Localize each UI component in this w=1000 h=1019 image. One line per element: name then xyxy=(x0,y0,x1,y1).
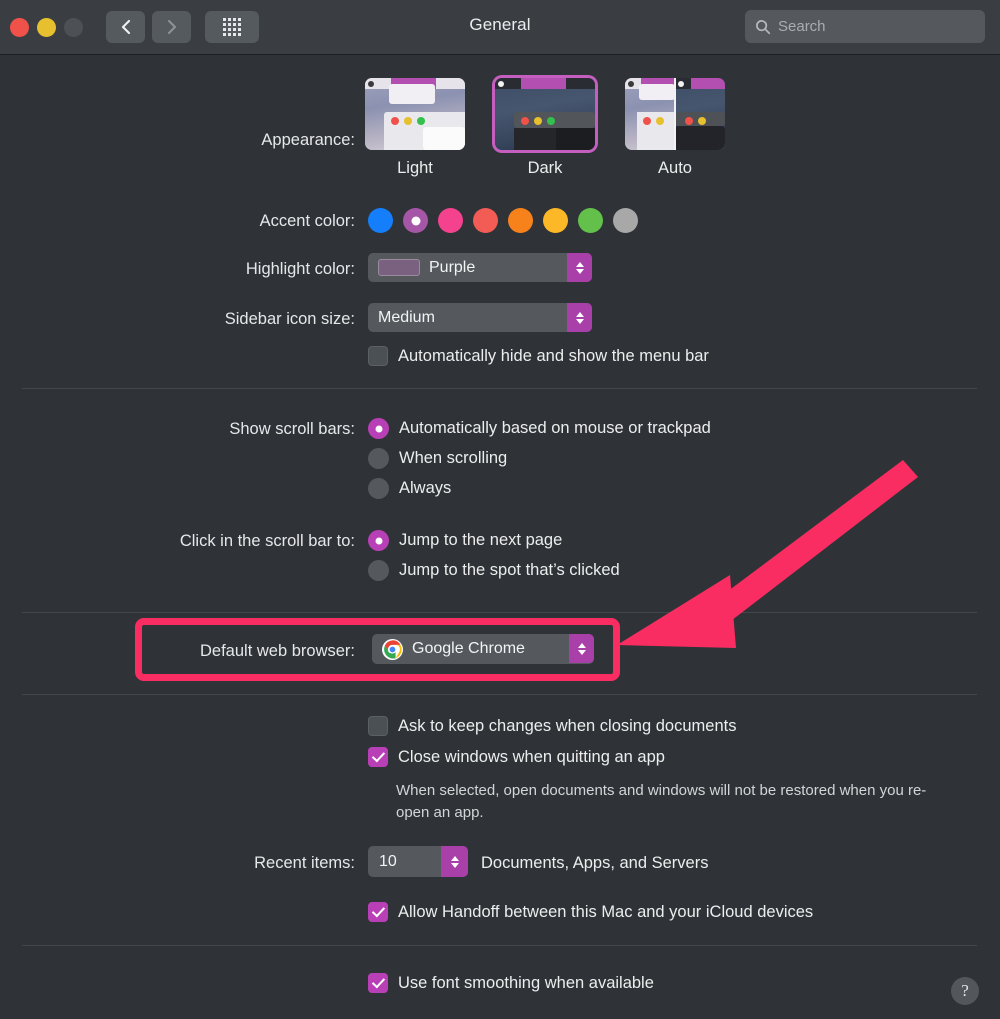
default-browser-stepper[interactable] xyxy=(569,634,594,663)
accent-swatch-red[interactable] xyxy=(473,208,498,233)
appearance-label-light: Light xyxy=(397,159,433,177)
accent-color-label: Accent color: xyxy=(259,212,355,230)
scroll-bars-radio-always[interactable] xyxy=(368,478,389,499)
click-scroll-option-spot-clicked[interactable]: Jump to the spot that’s clicked xyxy=(368,560,620,581)
scroll-bars-option-auto[interactable]: Automatically based on mouse or trackpad xyxy=(368,418,711,439)
appearance-label-auto: Auto xyxy=(658,159,692,177)
appearance-option-light[interactable]: Light xyxy=(365,78,465,178)
recent-items-popup[interactable]: 10 xyxy=(368,846,468,877)
accent-color-swatches xyxy=(368,208,638,233)
sidebar-icon-size-label: Sidebar icon size: xyxy=(224,310,355,328)
close-windows-help-text: When selected, open documents and window… xyxy=(396,782,927,821)
appearance-option-dark[interactable]: Dark xyxy=(495,78,595,178)
accent-swatch-purple[interactable] xyxy=(403,208,428,233)
handoff-row[interactable]: Allow Handoff between this Mac and your … xyxy=(368,902,813,922)
accent-swatch-orange[interactable] xyxy=(508,208,533,233)
accent-swatch-pink[interactable] xyxy=(438,208,463,233)
click-scroll-spot-clicked-label: Jump to the spot that’s clicked xyxy=(399,561,620,579)
scroll-bars-radio-when-scrolling[interactable] xyxy=(368,448,389,469)
divider-3 xyxy=(22,694,977,695)
scroll-bars-option-always[interactable]: Always xyxy=(368,478,451,499)
click-scroll-bar-label: Click in the scroll bar to: xyxy=(179,532,355,550)
sidebar-icon-size-popup[interactable]: Medium xyxy=(368,303,592,332)
accent-swatch-yellow[interactable] xyxy=(543,208,568,233)
handoff-label: Allow Handoff between this Mac and your … xyxy=(398,902,814,921)
appearance-option-auto[interactable]: Auto xyxy=(625,78,725,178)
close-windows-label: Close windows when quitting an app xyxy=(398,747,665,766)
appearance-label: Appearance: xyxy=(261,131,355,149)
recent-items-value: 10 xyxy=(379,852,397,870)
search-icon xyxy=(756,19,771,34)
chrome-icon xyxy=(382,638,403,660)
accent-swatch-blue[interactable] xyxy=(368,208,393,233)
scroll-bars-auto-label: Automatically based on mouse or trackpad xyxy=(399,419,711,437)
appearance-thumb-auto xyxy=(625,78,725,150)
menu-bar-autohide-checkbox[interactable] xyxy=(368,346,388,366)
sidebar-icon-size-stepper[interactable] xyxy=(567,303,592,332)
scroll-bars-option-when-scrolling[interactable]: When scrolling xyxy=(368,448,507,469)
search-placeholder: Search xyxy=(778,18,826,35)
click-scroll-radio-spot-clicked[interactable] xyxy=(368,560,389,581)
scroll-bars-when-scrolling-label: When scrolling xyxy=(399,449,508,467)
ask-keep-changes-checkbox[interactable] xyxy=(368,716,388,736)
handoff-checkbox[interactable] xyxy=(368,902,388,922)
sidebar-icon-size-value: Medium xyxy=(378,308,435,326)
close-windows-checkbox[interactable] xyxy=(368,747,388,767)
appearance-thumb-light xyxy=(365,78,465,150)
click-scroll-next-page-label: Jump to the next page xyxy=(399,531,563,549)
recent-items-stepper[interactable] xyxy=(441,846,468,877)
accent-swatch-green[interactable] xyxy=(578,208,603,233)
menu-bar-autohide-row[interactable]: Automatically hide and show the menu bar xyxy=(368,346,709,366)
highlight-color-swatch xyxy=(378,259,420,276)
ask-keep-changes-row[interactable]: Ask to keep changes when closing documen… xyxy=(368,716,736,736)
default-browser-value: Google Chrome xyxy=(412,640,525,657)
appearance-options: Light Dark Auto xyxy=(365,78,725,178)
highlight-color-popup[interactable]: Purple xyxy=(368,253,592,282)
close-windows-row[interactable]: Close windows when quitting an app xyxy=(368,747,665,767)
recent-items-suffix: Documents, Apps, and Servers xyxy=(481,854,709,872)
default-browser-label: Default web browser: xyxy=(200,642,355,660)
window-titlebar: General Search xyxy=(0,0,1000,55)
divider-4 xyxy=(22,945,977,946)
divider-1 xyxy=(22,388,977,389)
font-smoothing-row[interactable]: Use font smoothing when available xyxy=(368,973,654,993)
menu-bar-autohide-label: Automatically hide and show the menu bar xyxy=(398,346,709,365)
help-button[interactable]: ? xyxy=(951,977,979,1005)
appearance-label-dark: Dark xyxy=(527,159,563,177)
scroll-bars-always-label: Always xyxy=(399,479,452,497)
scroll-bars-radio-auto[interactable] xyxy=(368,418,389,439)
click-scroll-radio-next-page[interactable] xyxy=(368,530,389,551)
highlight-color-value: Purple xyxy=(429,258,476,276)
ask-keep-changes-label: Ask to keep changes when closing documen… xyxy=(398,716,737,735)
click-scroll-option-next-page[interactable]: Jump to the next page xyxy=(368,530,562,551)
accent-swatch-graphite[interactable] xyxy=(613,208,638,233)
default-browser-popup[interactable]: Google Chrome xyxy=(372,634,594,664)
highlight-color-stepper[interactable] xyxy=(567,253,592,282)
preferences-content: Appearance: Light Dark Auto Accent color… xyxy=(0,55,1000,1019)
font-smoothing-label: Use font smoothing when available xyxy=(398,973,654,992)
font-smoothing-checkbox[interactable] xyxy=(368,973,388,993)
recent-items-label: Recent items: xyxy=(254,854,355,872)
show-scroll-bars-label: Show scroll bars: xyxy=(229,420,355,438)
search-field[interactable]: Search xyxy=(745,10,985,43)
divider-2 xyxy=(22,612,977,613)
appearance-thumb-dark xyxy=(495,78,595,150)
highlight-color-label: Highlight color: xyxy=(245,260,355,278)
